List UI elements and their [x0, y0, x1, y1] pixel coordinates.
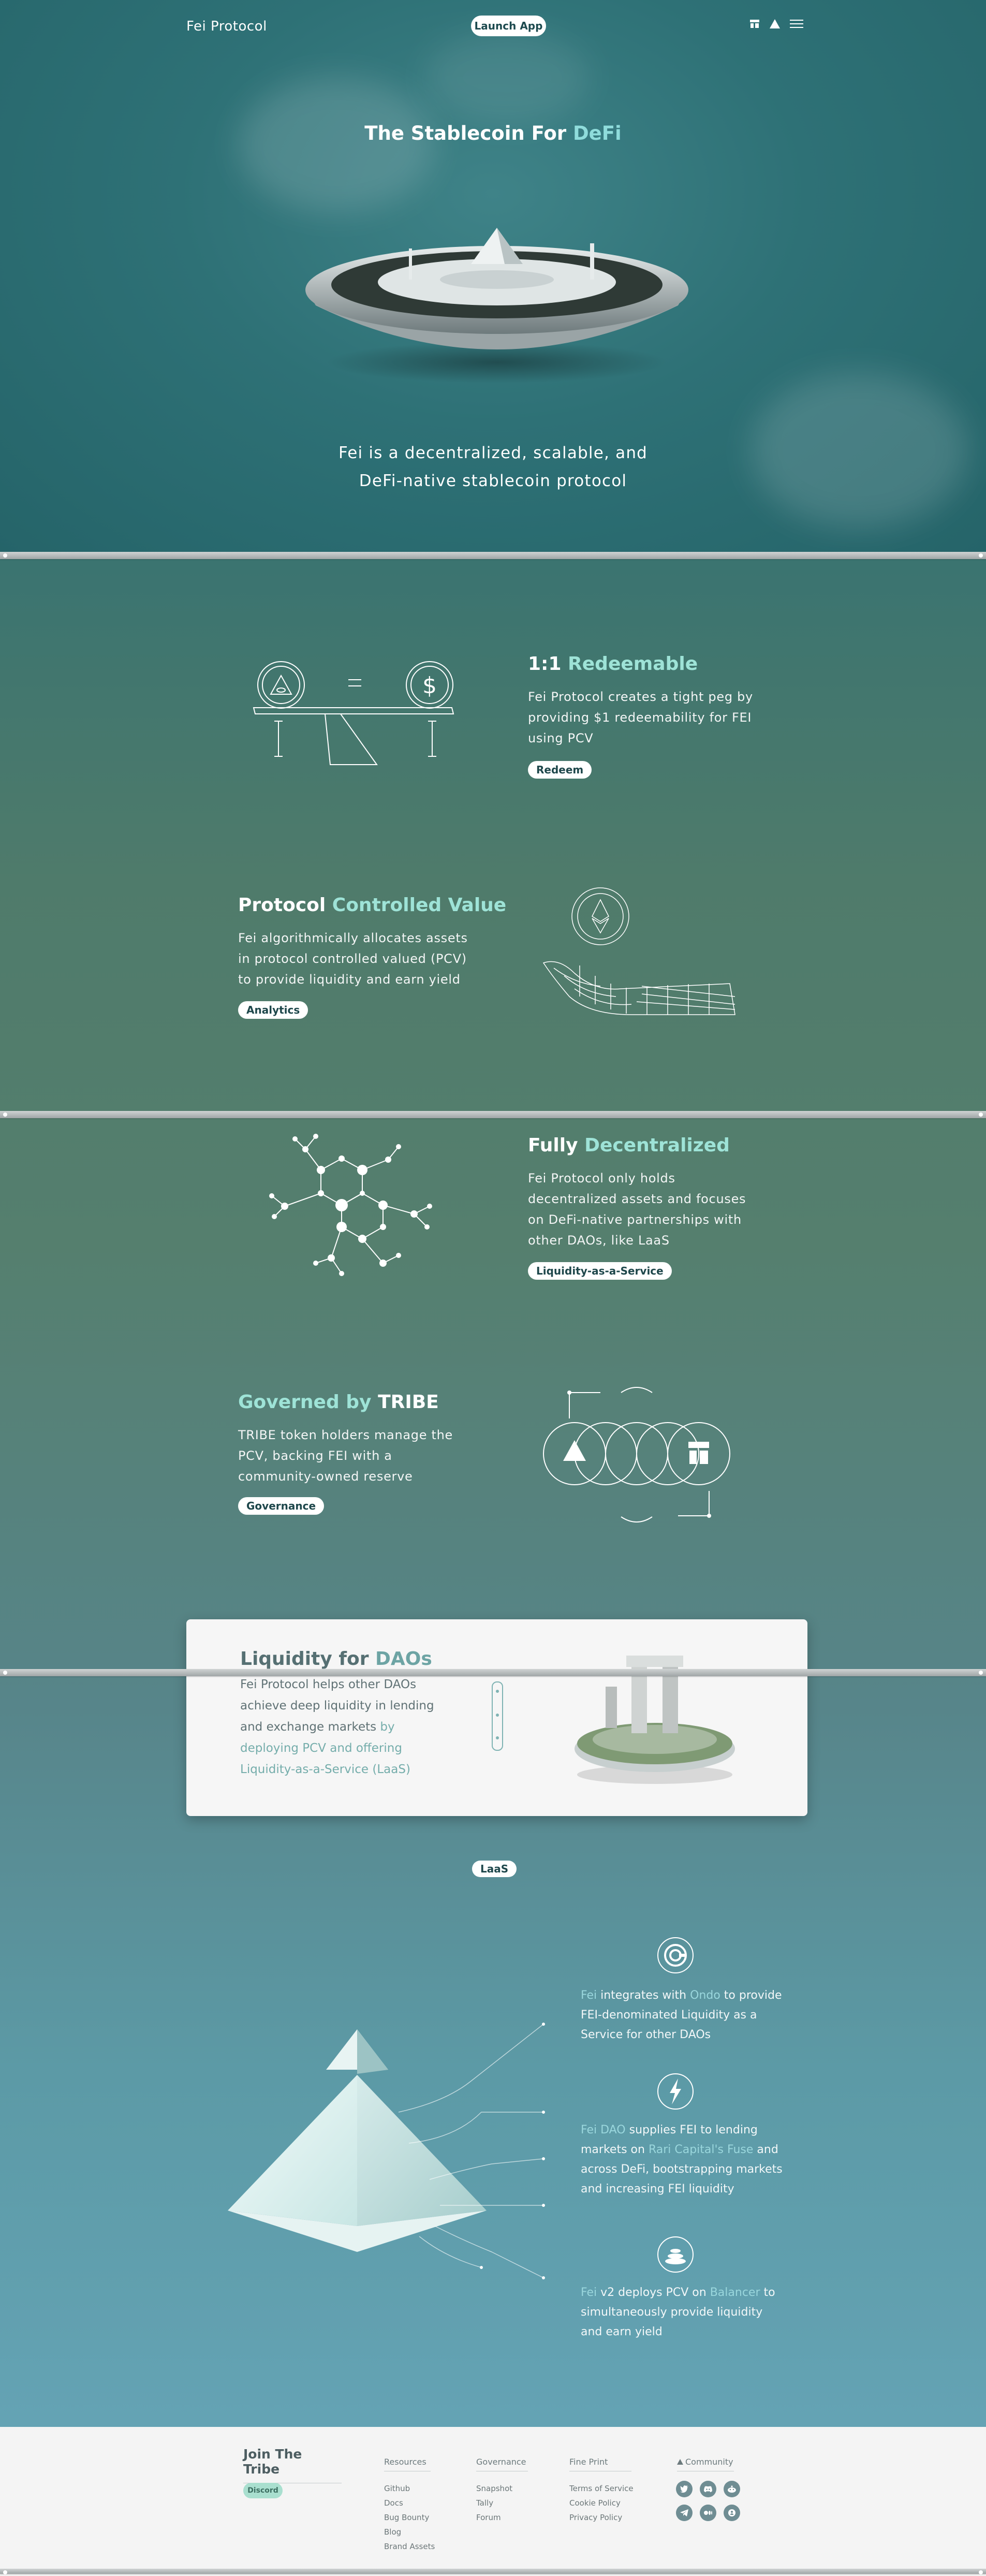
governed-title-accent: Governed by: [238, 1392, 372, 1413]
footer-link-forum[interactable]: Forum: [476, 2513, 501, 2522]
redeemable-title: 1:1 Redeemable: [528, 653, 698, 675]
launch-app-button[interactable]: Launch App: [471, 16, 546, 36]
community-heading-label: Community: [685, 2457, 733, 2467]
laas-item-balancer-text: Fei v2 deploys PCV on Balancer to simult…: [581, 2283, 783, 2342]
laas-item-text-plain: v2 deploys PCV on: [597, 2286, 710, 2299]
fei-icon[interactable]: [769, 19, 781, 29]
cloud-decoration: [424, 31, 590, 124]
liquidity-card-title-accent: DAOs: [375, 1648, 432, 1670]
laas-badge[interactable]: LaaS: [472, 1861, 517, 1877]
join-the-tribe-heading: Join The Tribe: [243, 2447, 342, 2483]
laas-item-text-accent: Fei: [581, 2286, 597, 2299]
fei-icon: [677, 2459, 683, 2465]
liquidity-card-title-plain: Liquidity for: [240, 1648, 369, 1670]
cloud-decoration: [238, 78, 435, 212]
discord-icon[interactable]: [700, 2481, 716, 2497]
brand-logo-text[interactable]: Fei Protocol: [186, 19, 267, 34]
hero-subtitle-line2: DeFi-native stablecoin protocol: [359, 472, 627, 490]
reddit-icon[interactable]: [724, 2481, 740, 2497]
analytics-button[interactable]: Analytics: [238, 1001, 308, 1019]
liquidity-as-a-service-button[interactable]: Liquidity-as-a-Service: [528, 1262, 672, 1280]
governance-button[interactable]: Governance: [238, 1497, 325, 1515]
footer-link-docs[interactable]: Docs: [384, 2498, 403, 2508]
footer-link-bug-bounty[interactable]: Bug Bounty: [384, 2513, 429, 2522]
nav-icons: [749, 19, 803, 29]
network-nodes-illustration: [269, 1134, 432, 1276]
decentralized-title-plain: Fully: [528, 1135, 578, 1156]
footer-link-brand-assets[interactable]: Brand Assets: [384, 2542, 435, 2551]
balance-scale-illustration: $: [253, 661, 454, 765]
balancer-icon: [657, 2236, 694, 2273]
tribe-circles-illustration: [543, 1387, 730, 1523]
menu-icon[interactable]: [790, 19, 803, 29]
redeemable-title-plain: 1:1: [528, 653, 562, 675]
section-divider: [0, 1669, 986, 1676]
resources-heading: Resources: [384, 2457, 431, 2471]
pyramid-illustration: [228, 2023, 545, 2279]
hero-title: The Stablecoin For DeFi: [0, 122, 986, 144]
pcv-title-accent: Controlled Value: [332, 895, 507, 916]
hero-subtitle-line1: Fei is a decentralized, scalable, and: [338, 444, 648, 462]
laas-item-text-plain: integrates with: [597, 1989, 690, 2002]
decentralized-body: Fei Protocol only holds decentralized as…: [528, 1171, 746, 1248]
medium-icon[interactable]: [700, 2505, 716, 2521]
laas-item-text-accent: Fei DAO: [581, 2124, 626, 2136]
svg-text:$: $: [422, 672, 437, 699]
ondo-icon: [657, 1937, 694, 1973]
laas-item-ondo-text: Fei integrates with Ondo to provide FEI-…: [581, 1986, 783, 2045]
hero-title-plain: The Stablecoin For: [364, 122, 567, 144]
governance-heading: Governance: [476, 2457, 528, 2471]
footer-link-snapshot[interactable]: Snapshot: [476, 2484, 512, 2493]
laas-item-text-accent[interactable]: Balancer: [710, 2286, 760, 2299]
governed-body: TRIBE token holders manage the PCV, back…: [238, 1428, 453, 1484]
footer-link-terms[interactable]: Terms of Service: [569, 2484, 634, 2493]
pcv-body: Fei algorithmically allocates assets in …: [238, 931, 468, 987]
governed-title: Governed by TRIBE: [238, 1392, 439, 1413]
telegram-icon[interactable]: [676, 2505, 693, 2521]
floating-city-illustration: [305, 228, 688, 383]
decentralized-title: Fully Decentralized: [528, 1135, 730, 1156]
tribe-icon[interactable]: [749, 19, 760, 29]
footer-link-privacy-policy[interactable]: Privacy Policy: [569, 2513, 622, 2522]
liquidity-card-body-plain: Fei Protocol helps other DAOs achieve de…: [240, 1678, 434, 1734]
pcv-title-plain: Protocol: [238, 895, 326, 916]
fine-print-heading: Fine Print: [569, 2457, 631, 2471]
footer-link-github[interactable]: Github: [384, 2484, 410, 2493]
laas-item-fuse-text: Fei DAO supplies FEI to lending markets …: [581, 2120, 783, 2199]
pcv-title: Protocol Controlled Value: [238, 895, 506, 916]
hero-title-accent: DeFi: [572, 122, 622, 144]
decentralized-title-accent: Decentralized: [584, 1135, 730, 1156]
hand-holding-coin-illustration: [542, 887, 735, 1015]
scroll-indicator[interactable]: [492, 1681, 503, 1751]
lightning-icon: [657, 2073, 694, 2110]
laas-item-text-accent[interactable]: Ondo: [690, 1989, 720, 2002]
section-divider: [0, 1111, 986, 1118]
footer-link-tally[interactable]: Tally: [476, 2498, 493, 2508]
section-divider: [0, 552, 986, 559]
footer-link-blog[interactable]: Blog: [384, 2527, 401, 2537]
footer-link-cookie-policy[interactable]: Cookie Policy: [569, 2498, 621, 2508]
governed-title-plain: TRIBE: [378, 1392, 439, 1413]
hero-subtitle: Fei is a decentralized, scalable, and De…: [0, 439, 986, 495]
laas-item-text-accent: Fei: [581, 1989, 597, 2002]
redeemable-title-accent: Redeemable: [568, 653, 698, 675]
liquidity-card-body: Fei Protocol helps other DAOs achieve de…: [240, 1674, 437, 1780]
discord-button[interactable]: Discord: [243, 2483, 283, 2498]
twitter-icon[interactable]: [676, 2481, 693, 2497]
laas-item-text-accent[interactable]: Rari Capital's Fuse: [649, 2143, 753, 2156]
github-icon[interactable]: [724, 2505, 740, 2521]
community-heading: Community: [677, 2457, 734, 2471]
page-bottom-bar: [0, 2569, 986, 2574]
redeemable-body: Fei Protocol creates a tight peg by prov…: [528, 690, 753, 745]
redeem-button[interactable]: Redeem: [528, 761, 592, 779]
footer: Join The Tribe Discord Resources Github …: [0, 2427, 986, 2576]
liquidity-card-title: Liquidity for DAOs: [240, 1648, 432, 1670]
liquidity-for-daos-card: Liquidity for DAOs Fei Protocol helps ot…: [186, 1619, 807, 1816]
